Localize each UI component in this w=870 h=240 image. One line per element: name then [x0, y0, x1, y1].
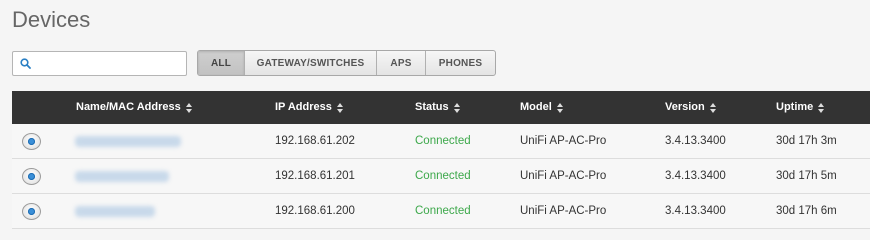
version-cell: 3.4.13.3400 — [665, 170, 726, 182]
version-cell: 3.4.13.3400 — [665, 205, 726, 217]
uptime-cell: 30d 17h 5m — [776, 170, 837, 182]
uptime-cell: 30d 17h 6m — [776, 205, 837, 217]
column-header-label: Uptime — [776, 101, 814, 113]
ip-address-cell: 192.168.61.202 — [275, 135, 355, 147]
column-header-model[interactable]: Model — [520, 91, 564, 124]
devices-table: Name/MAC Address IP Address Status Model… — [12, 91, 870, 229]
filter-phones-button[interactable]: PHONES — [426, 51, 495, 75]
ip-address-cell: 192.168.61.201 — [275, 170, 355, 182]
device-name-link[interactable] — [75, 136, 181, 147]
table-row[interactable]: 192.168.61.202 Connected UniFi AP-AC-Pro… — [12, 124, 870, 159]
model-cell: UniFi AP-AC-Pro — [520, 170, 607, 182]
sort-icon — [709, 102, 717, 113]
column-header-status[interactable]: Status — [415, 91, 461, 124]
column-header-label: Name/MAC Address — [76, 101, 181, 113]
ip-address-cell: 192.168.61.200 — [275, 205, 355, 217]
column-header-label: Status — [415, 101, 449, 113]
device-name-link[interactable] — [75, 206, 155, 217]
column-header-label: Model — [520, 101, 552, 113]
uptime-cell: 30d 17h 3m — [776, 135, 837, 147]
device-type-filter: ALL GATEWAY/SWITCHES APS PHONES — [197, 50, 496, 76]
status-cell: Connected — [415, 205, 471, 217]
column-header-ip[interactable]: IP Address — [275, 91, 344, 124]
table-row[interactable]: 192.168.61.200 Connected UniFi AP-AC-Pro… — [12, 194, 870, 229]
filter-aps-button[interactable]: APS — [377, 51, 426, 75]
status-cell: Connected — [415, 135, 471, 147]
filter-all-button[interactable]: ALL — [198, 51, 245, 75]
device-select-radio[interactable] — [22, 133, 41, 150]
table-row[interactable]: 192.168.61.201 Connected UniFi AP-AC-Pro… — [12, 159, 870, 194]
sort-icon — [556, 102, 564, 113]
column-header-name[interactable]: Name/MAC Address — [76, 91, 193, 124]
column-header-version[interactable]: Version — [665, 91, 717, 124]
table-header: Name/MAC Address IP Address Status Model… — [12, 91, 870, 124]
device-select-radio[interactable] — [22, 203, 41, 220]
sort-icon — [185, 102, 193, 113]
column-header-label: IP Address — [275, 101, 332, 113]
column-header-label: Version — [665, 101, 705, 113]
filter-gateway-switches-button[interactable]: GATEWAY/SWITCHES — [245, 51, 377, 75]
sort-icon — [453, 102, 461, 113]
device-select-radio[interactable] — [22, 168, 41, 185]
column-header-uptime[interactable]: Uptime — [776, 91, 825, 124]
model-cell: UniFi AP-AC-Pro — [520, 135, 607, 147]
sort-icon — [818, 102, 825, 113]
device-name-link[interactable] — [75, 171, 169, 182]
status-cell: Connected — [415, 170, 471, 182]
search-icon — [20, 58, 31, 69]
model-cell: UniFi AP-AC-Pro — [520, 205, 607, 217]
search-field[interactable] — [12, 51, 187, 76]
sort-icon — [336, 102, 344, 113]
search-input[interactable] — [37, 54, 183, 73]
version-cell: 3.4.13.3400 — [665, 135, 726, 147]
page-title: Devices — [12, 7, 91, 32]
